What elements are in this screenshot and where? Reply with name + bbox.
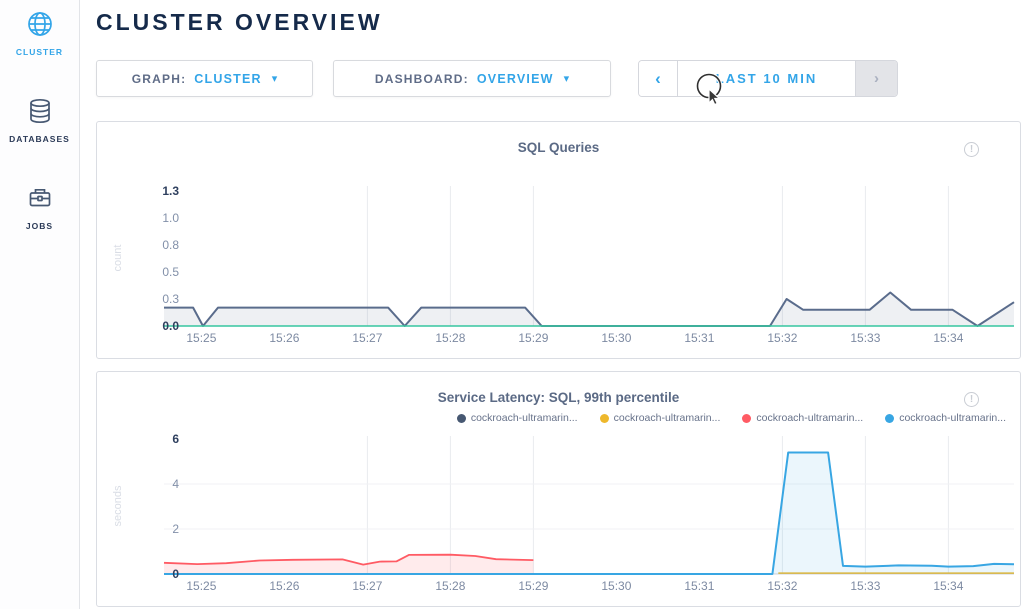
svg-text:15:29: 15:29	[518, 579, 548, 593]
chevron-right-icon: ›	[874, 70, 879, 87]
sql-queries-chart-card: SQL Queries ! 0.00.30.50.81.01.315:2515:…	[96, 121, 1021, 359]
svg-text:15:32: 15:32	[767, 331, 797, 345]
svg-text:15:28: 15:28	[435, 331, 465, 345]
service-latency-chart: 0 2 4 6 15:25 15:26 15:27 15:28 15:29 15:30 15:31 1…	[97, 372, 1020, 606]
chevron-left-icon: ‹	[655, 69, 661, 89]
svg-text:15:33: 15:33	[850, 579, 880, 593]
dashboard-dropdown[interactable]: DASHBOARD: OVERVIEW ▾	[333, 60, 611, 97]
sql-queries-chart: 0.0 0.3 0.5 0.8 1.0 1.3 15:25 15:26 15:27 15:28 15…	[97, 122, 1020, 358]
globe-icon	[0, 10, 79, 43]
svg-text:count: count	[112, 245, 124, 272]
dashboard-dropdown-label: DASHBOARD:	[375, 72, 469, 86]
svg-text:0: 0	[172, 567, 179, 581]
time-window-next-button[interactable]: ›	[855, 61, 897, 96]
svg-text:0.3: 0.3	[162, 292, 179, 306]
svg-text:15:27: 15:27	[352, 331, 382, 345]
svg-text:15:28: 15:28	[435, 579, 465, 593]
sidebar-item-label: DATABASES	[0, 134, 79, 144]
sidebar-item-databases[interactable]: DATABASES	[0, 97, 79, 144]
svg-text:15:27: 15:27	[352, 579, 382, 593]
svg-text:15:26: 15:26	[269, 331, 299, 345]
svg-text:15:29: 15:29	[518, 331, 548, 345]
svg-text:4: 4	[172, 477, 179, 491]
svg-text:15:26: 15:26	[269, 579, 299, 593]
graph-dropdown[interactable]: GRAPH: CLUSTER ▾	[96, 60, 313, 97]
database-icon	[0, 97, 79, 130]
svg-text:15:32: 15:32	[767, 579, 797, 593]
svg-text:15:30: 15:30	[601, 331, 631, 345]
svg-text:6: 6	[172, 432, 179, 446]
svg-text:1.3: 1.3	[162, 184, 179, 198]
sidebar-item-label: CLUSTER	[0, 47, 79, 57]
sidebar-item-label: JOBS	[0, 221, 79, 231]
chevron-down-icon: ▾	[272, 72, 278, 85]
svg-text:15:34: 15:34	[933, 579, 963, 593]
svg-text:0.5: 0.5	[162, 265, 179, 279]
controls-bar: GRAPH: CLUSTER ▾ DASHBOARD: OVERVIEW ▾ ‹…	[96, 60, 898, 97]
time-window-range-button[interactable]: LAST 10 MIN	[678, 61, 855, 96]
svg-text:2: 2	[172, 522, 179, 536]
svg-text:15:34: 15:34	[933, 331, 963, 345]
chevron-down-icon: ▾	[564, 72, 570, 85]
time-window-range-label: LAST 10 MIN	[716, 71, 817, 86]
time-window-selector: ‹ LAST 10 MIN ›	[638, 60, 898, 97]
page-title: CLUSTER OVERVIEW	[96, 9, 383, 36]
sidebar-item-jobs[interactable]: JOBS	[0, 184, 79, 231]
service-latency-chart-card: Service Latency: SQL, 99th percentile ! …	[96, 371, 1021, 607]
svg-text:15:33: 15:33	[850, 331, 880, 345]
svg-text:seconds: seconds	[112, 485, 124, 526]
sidebar-item-cluster[interactable]: CLUSTER	[0, 10, 79, 57]
graph-dropdown-value: CLUSTER	[194, 72, 261, 86]
sidebar: CLUSTER DATABASES JOBS	[0, 0, 80, 609]
svg-text:1.0: 1.0	[162, 211, 179, 225]
briefcase-icon	[0, 184, 79, 217]
svg-text:15:25: 15:25	[186, 579, 216, 593]
svg-text:15:31: 15:31	[684, 579, 714, 593]
svg-text:0.8: 0.8	[162, 238, 179, 252]
time-window-prev-button[interactable]: ‹	[639, 61, 678, 96]
svg-text:15:30: 15:30	[601, 579, 631, 593]
graph-dropdown-label: GRAPH:	[132, 72, 187, 86]
svg-text:15:31: 15:31	[684, 331, 714, 345]
dashboard-dropdown-value: OVERVIEW	[477, 72, 554, 86]
svg-text:15:25: 15:25	[186, 331, 216, 345]
svg-text:0.0: 0.0	[162, 319, 179, 333]
